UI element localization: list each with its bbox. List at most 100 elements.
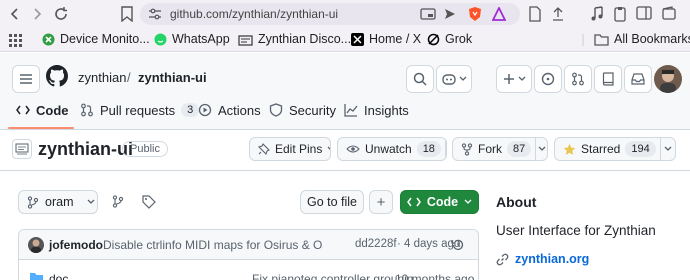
graph-icon: [344, 104, 358, 117]
visibility-badge: Public: [122, 141, 168, 157]
bookmark-grok[interactable]: Grok: [427, 32, 472, 46]
branch-name: oram: [45, 195, 74, 209]
tab-label: Insights: [364, 102, 409, 118]
copilot-button[interactable]: [436, 65, 472, 93]
author-avatar[interactable]: [28, 237, 44, 253]
brave-shield-icon[interactable]: [468, 6, 482, 22]
edit-pins-label: Edit Pins: [275, 142, 323, 156]
document-icon[interactable]: [528, 6, 542, 22]
zynthian-discourse-icon: [238, 34, 253, 46]
table-row[interactable]: doc Fix pianoteq controller groupin... 1…: [19, 260, 478, 280]
chevron-down-icon: [538, 146, 546, 151]
all-bookmarks-label: All Bookmarks: [614, 32, 690, 46]
edit-pins-button[interactable]: Edit Pins: [249, 137, 331, 161]
hamburger-icon: [20, 74, 32, 84]
device-monitor-icon: [42, 33, 55, 45]
user-avatar-icon: [31, 239, 41, 253]
tab-label: Code: [36, 102, 69, 118]
tab-pull-requests[interactable]: Pull requests 3: [80, 100, 200, 120]
chevron-down-icon: [459, 76, 467, 81]
bookmark-zynthian-discourse[interactable]: Zynthian Disco...: [238, 32, 351, 46]
fork-button[interactable]: Fork 87: [452, 137, 548, 161]
bookmark-label: Home / X: [369, 32, 422, 46]
watch-dropdown[interactable]: [444, 138, 447, 160]
search-button[interactable]: [406, 65, 434, 93]
owner-link[interactable]: zynthian: [78, 70, 126, 85]
add-file-label: +: [376, 193, 386, 211]
tab-actions[interactable]: Actions: [198, 100, 261, 120]
bookmark-whatsapp[interactable]: WhatsApp: [154, 32, 230, 46]
brave-rewards-icon[interactable]: [492, 7, 506, 21]
tab-label: Actions: [218, 102, 261, 118]
chevron-down-icon: [446, 146, 447, 152]
branches-icon[interactable]: [112, 195, 124, 208]
site-settings-icon[interactable]: [148, 8, 162, 20]
branch-selector[interactable]: oram: [18, 190, 98, 214]
inbox-button[interactable]: [624, 65, 652, 93]
wallet-icon[interactable]: [662, 6, 676, 20]
issue-icon: [541, 72, 555, 86]
breadcrumb-separator: /: [127, 70, 131, 85]
star-count: 194: [625, 141, 656, 157]
file-name[interactable]: doc: [49, 272, 68, 280]
chevron-down-icon: [464, 199, 472, 204]
github-header: zynthian / zynthian-ui Code Pull request…: [0, 53, 690, 130]
bookmark-icon[interactable]: [120, 6, 134, 22]
starred-label: Starred: [581, 142, 621, 156]
sidebar-icon[interactable]: [636, 6, 652, 20]
code-dropdown-button[interactable]: Code: [400, 190, 479, 214]
share-icon[interactable]: [552, 7, 564, 21]
zynthian-logo-icon: [15, 143, 29, 155]
tab-security[interactable]: Security: [269, 100, 336, 120]
issues-button[interactable]: [534, 65, 562, 93]
url-text: github.com/zynthian/zynthian-ui: [170, 7, 339, 21]
plus-icon: [503, 74, 514, 84]
chevron-down-icon: [88, 199, 95, 204]
code-label: Code: [426, 195, 459, 209]
github-logo-icon[interactable]: [46, 65, 68, 87]
tab-insights[interactable]: Insights: [344, 100, 409, 120]
file-list-box: jofemodo Disable ctrlinfo MIDI maps for …: [18, 229, 479, 280]
apps-grid-icon[interactable]: [8, 33, 22, 47]
clipboard-icon[interactable]: [613, 6, 627, 22]
add-file-button[interactable]: +: [369, 190, 393, 214]
unwatch-button[interactable]: Unwatch 18: [337, 137, 447, 161]
homepage-link[interactable]: zynthian.org: [496, 252, 589, 266]
menu-button[interactable]: [12, 65, 40, 93]
music-icon[interactable]: [590, 6, 604, 22]
fork-label: Fork: [478, 142, 502, 156]
file-time: 10 months ago: [395, 272, 475, 280]
inbox-icon: [631, 73, 645, 85]
star-lists-dropdown[interactable]: [659, 138, 675, 160]
commit-message[interactable]: Disable ctrlinfo MIDI maps for Osirus & …: [103, 238, 323, 252]
branch-icon: [27, 195, 39, 209]
cast-icon[interactable]: [420, 8, 436, 20]
address-bar[interactable]: github.com/zynthian/zynthian-ui: [140, 3, 520, 25]
bookmark-x[interactable]: Home / X: [351, 32, 421, 46]
repo-icon: [602, 72, 614, 86]
bookmark-label: Grok: [445, 32, 473, 46]
commit-author[interactable]: jofemodo: [49, 238, 103, 252]
fork-count: 87: [507, 141, 532, 157]
search-icon: [413, 72, 427, 86]
go-to-file-button[interactable]: Go to file: [300, 190, 364, 214]
send-icon[interactable]: [444, 8, 456, 20]
reload-icon[interactable]: [53, 6, 69, 22]
avatar[interactable]: [654, 65, 682, 93]
tag-icon[interactable]: [142, 195, 156, 209]
repo-link[interactable]: zynthian-ui: [138, 70, 207, 85]
forward-icon[interactable]: [30, 7, 44, 21]
chevron-down-icon: [518, 76, 525, 81]
pull-requests-button[interactable]: [564, 65, 592, 93]
repositories-button[interactable]: [594, 65, 622, 93]
starred-button[interactable]: Starred 194: [554, 137, 676, 161]
fork-dropdown[interactable]: [535, 138, 547, 160]
create-new-button[interactable]: [496, 65, 532, 93]
bookmark-device-monitor[interactable]: Device Monito...: [42, 32, 150, 46]
repo-title[interactable]: zynthian-ui: [38, 139, 133, 160]
back-icon[interactable]: [8, 7, 22, 21]
all-bookmarks-button[interactable]: All Bookmarks: [594, 32, 690, 46]
commit-hash[interactable]: dd2228f: [355, 238, 397, 250]
tab-code[interactable]: Code: [16, 100, 69, 120]
history-icon[interactable]: [451, 238, 465, 252]
